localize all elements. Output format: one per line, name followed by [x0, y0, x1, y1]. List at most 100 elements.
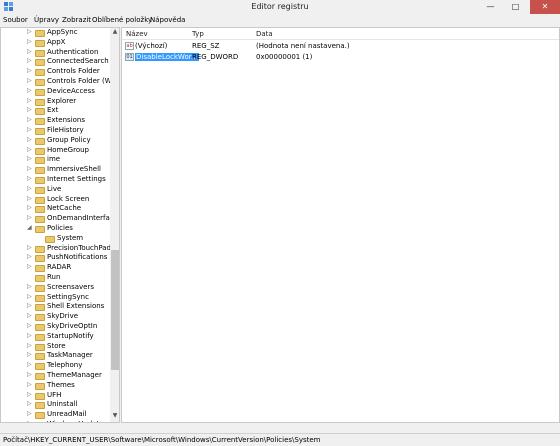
tree-item[interactable]: ▷ FileHistory [1, 126, 111, 136]
expand-arrow-icon[interactable]: ▷ [27, 400, 32, 407]
tree-item[interactable]: ▷ SkyDriveOptIn [1, 322, 111, 332]
column-header-type[interactable]: Typ [192, 30, 204, 38]
tree-item[interactable]: ▷ PrecisionTouchPad [1, 244, 111, 254]
menu-item[interactable]: Zobrazit [62, 16, 91, 24]
expand-arrow-icon[interactable]: ▷ [27, 253, 32, 260]
expand-arrow-icon[interactable]: ▷ [27, 293, 32, 300]
scrollbar-thumb[interactable] [111, 250, 119, 370]
expand-arrow-icon[interactable]: ▷ [27, 57, 32, 64]
tree-item[interactable]: ▷ Extensions [1, 116, 111, 126]
tree-item[interactable]: ▷ PushNotifications [1, 253, 111, 263]
tree-item[interactable]: ▷ Shell Extensions [1, 302, 111, 312]
tree-item[interactable]: ▷ AppX [1, 38, 111, 48]
tree-item[interactable]: ▷ WindowsUpdate [1, 420, 111, 422]
expand-arrow-icon[interactable]: ▷ [27, 342, 32, 349]
expand-arrow-icon[interactable]: ▷ [27, 48, 32, 55]
tree-item[interactable]: System [1, 234, 111, 244]
expand-arrow-icon[interactable]: ▷ [27, 312, 32, 319]
expand-arrow-icon[interactable]: ▷ [27, 302, 32, 309]
tree-item[interactable]: ▷ UnreadMail [1, 410, 111, 420]
tree-item[interactable]: ▷ Internet Settings [1, 175, 111, 185]
tree-item[interactable]: ▷ NetCache [1, 204, 111, 214]
tree-item[interactable]: ▷ Ext [1, 106, 111, 116]
value-row[interactable]: ab (Výchozí) REG_SZ (Hodnota není nastavena… [122, 41, 559, 52]
maximize-button[interactable]: □ [503, 0, 528, 14]
expand-arrow-icon[interactable]: ▷ [27, 77, 32, 84]
column-header-data[interactable]: Data [256, 30, 273, 38]
expand-arrow-icon[interactable]: ▷ [27, 185, 32, 192]
key-tree[interactable]: ▷WindowsUpdate▷UnreadMail▷Uninstall▷UFH▷… [0, 27, 120, 423]
tree-item[interactable]: ▷ StartupNotify [1, 332, 111, 342]
tree-item[interactable]: ▷ ConnectedSearch [1, 57, 111, 67]
expand-arrow-icon[interactable]: ▷ [27, 381, 32, 388]
expand-arrow-icon[interactable]: ▷ [27, 351, 32, 358]
tree-item[interactable]: ▷ ThemeManager [1, 371, 111, 381]
expand-arrow-icon[interactable]: ▷ [27, 106, 32, 113]
expand-arrow-icon[interactable]: ▷ [27, 371, 32, 378]
value-row[interactable]: 01 DisableLockWor... REG_DWORD 0x00000001 (… [122, 52, 559, 63]
tree-item[interactable]: ▷ Explorer [1, 97, 111, 107]
tree-item-label: FileHistory [47, 126, 84, 134]
tree-item[interactable]: ▷ Controls Folder [1, 67, 111, 77]
tree-scrollbar[interactable]: ▲ ▼ [110, 28, 119, 422]
expand-arrow-icon[interactable]: ▷ [27, 410, 32, 417]
expand-arrow-icon[interactable]: ▷ [27, 195, 32, 202]
tree-item[interactable]: ▷ Telephony [1, 361, 111, 371]
expand-arrow-icon[interactable]: ◢ [27, 224, 32, 231]
tree-item[interactable]: Run [1, 273, 111, 283]
expand-arrow-icon[interactable]: ▷ [27, 87, 32, 94]
menu-item[interactable]: Úpravy [34, 16, 59, 24]
expand-arrow-icon[interactable]: ▷ [27, 67, 32, 74]
expand-arrow-icon[interactable]: ▷ [27, 175, 32, 182]
tree-item[interactable]: ▷ OnDemandInterfaceC [1, 214, 119, 224]
expand-arrow-icon[interactable]: ▷ [27, 38, 32, 45]
expand-arrow-icon[interactable]: ▷ [27, 244, 32, 251]
expand-arrow-icon[interactable]: ▷ [27, 361, 32, 368]
expand-arrow-icon[interactable]: ▷ [27, 214, 32, 221]
tree-item[interactable]: ▷ Authentication [1, 48, 111, 58]
expand-arrow-icon[interactable]: ▷ [27, 283, 32, 290]
tree-item[interactable]: ▷ SkyDrive [1, 312, 111, 322]
scroll-down-icon[interactable]: ▼ [110, 412, 119, 422]
expand-arrow-icon[interactable]: ▷ [27, 204, 32, 211]
tree-item[interactable]: ▷ HomeGroup [1, 146, 111, 156]
tree-item[interactable]: ▷ ime [1, 155, 111, 165]
expand-arrow-icon[interactable]: ▷ [27, 165, 32, 172]
tree-item[interactable]: ▷ Screensavers [1, 283, 111, 293]
menu-item[interactable]: Oblíbené položky [92, 16, 152, 24]
tree-item[interactable]: ▷ Uninstall [1, 400, 111, 410]
expand-arrow-icon[interactable]: ▷ [27, 391, 32, 398]
tree-item[interactable]: ▷ SettingSync [1, 293, 111, 303]
expand-arrow-icon[interactable]: ▷ [27, 155, 32, 162]
tree-item[interactable]: ▷ RADAR [1, 263, 111, 273]
expand-arrow-icon[interactable]: ▷ [27, 322, 32, 329]
tree-item[interactable]: ▷ Themes [1, 381, 111, 391]
values-list[interactable]: Název Typ Data ab (Výchozí) REG_SZ (Hodnota… [121, 27, 560, 423]
scroll-up-icon[interactable]: ▲ [110, 28, 119, 38]
expand-arrow-icon[interactable]: ▷ [27, 332, 32, 339]
tree-item[interactable]: ▷ AppSync [1, 28, 111, 38]
tree-item[interactable]: ▷ Group Policy [1, 136, 111, 146]
expand-arrow-icon[interactable]: ▷ [27, 136, 32, 143]
tree-item[interactable]: ▷ UFH [1, 391, 111, 401]
tree-item[interactable]: ◢ Policies [1, 224, 111, 234]
tree-item[interactable]: ▷ Live [1, 185, 111, 195]
minimize-button[interactable]: — [478, 0, 503, 14]
expand-arrow-icon[interactable]: ▷ [27, 116, 32, 123]
tree-item[interactable]: ▷ DeviceAccess [1, 87, 111, 97]
expand-arrow-icon[interactable]: ▷ [27, 146, 32, 153]
tree-item[interactable]: ▷ TaskManager [1, 351, 111, 361]
menu-item[interactable]: Nápověda [150, 16, 185, 24]
expand-arrow-icon[interactable]: ▷ [27, 28, 32, 35]
expand-arrow-icon[interactable]: ▷ [27, 420, 32, 422]
column-header-name[interactable]: Název [126, 30, 148, 38]
expand-arrow-icon[interactable]: ▷ [27, 263, 32, 270]
tree-item[interactable]: ▷ Lock Screen [1, 195, 111, 205]
expand-arrow-icon[interactable]: ▷ [27, 126, 32, 133]
close-button[interactable]: ✕ [530, 0, 560, 14]
tree-item[interactable]: ▷ Controls Folder (Wow [1, 77, 119, 87]
tree-item[interactable]: ▷ Store [1, 342, 111, 352]
expand-arrow-icon[interactable]: ▷ [27, 97, 32, 104]
menu-item[interactable]: Soubor [3, 16, 28, 24]
tree-item[interactable]: ▷ ImmersiveShell [1, 165, 111, 175]
